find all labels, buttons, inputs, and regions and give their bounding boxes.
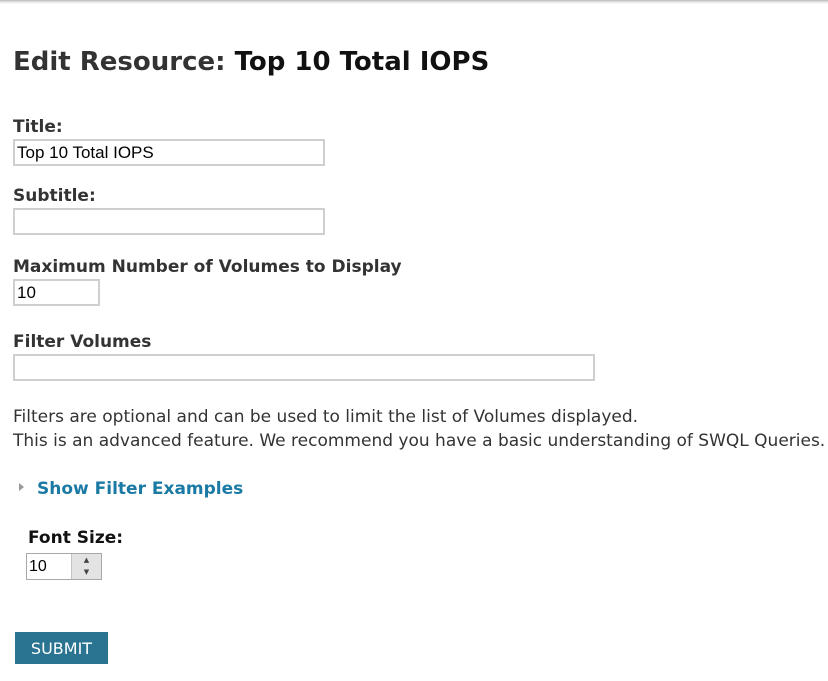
max-volumes-label: Maximum Number of Volumes to Display bbox=[13, 257, 402, 277]
triangle-right-icon bbox=[19, 483, 24, 491]
filter-volumes-label: Filter Volumes bbox=[13, 332, 152, 352]
font-size-input[interactable] bbox=[27, 554, 71, 579]
top-shadow bbox=[0, 0, 828, 4]
subtitle-input[interactable] bbox=[13, 208, 325, 235]
filter-help-line-1: Filters are optional and can be used to … bbox=[13, 407, 639, 427]
title-input[interactable] bbox=[13, 139, 325, 166]
page-title-prefix: Edit Resource: bbox=[13, 47, 226, 77]
title-label: Title: bbox=[13, 117, 63, 137]
font-size-label: Font Size: bbox=[28, 528, 124, 548]
filter-help-line-2: This is an advanced feature. We recommen… bbox=[13, 431, 826, 451]
filter-volumes-input[interactable] bbox=[13, 354, 595, 381]
filter-help-text: Filters are optional and can be used to … bbox=[13, 405, 825, 453]
resource-name: Top 10 Total IOPS bbox=[234, 47, 490, 77]
font-size-stepper-buttons: ▲ ▼ bbox=[71, 554, 101, 579]
caret-up-icon[interactable]: ▲ bbox=[72, 554, 101, 567]
submit-button[interactable]: SUBMIT bbox=[15, 632, 108, 664]
subtitle-label: Subtitle: bbox=[13, 186, 96, 206]
max-volumes-input[interactable] bbox=[13, 279, 100, 306]
font-size-stepper[interactable]: ▲ ▼ bbox=[26, 553, 102, 580]
show-filter-examples-toggle[interactable]: Show Filter Examples bbox=[19, 476, 243, 502]
caret-down-icon[interactable]: ▼ bbox=[72, 567, 101, 580]
page-title: Edit Resource: Top 10 Total IOPS bbox=[13, 47, 489, 77]
show-filter-examples-link[interactable]: Show Filter Examples bbox=[37, 479, 243, 499]
